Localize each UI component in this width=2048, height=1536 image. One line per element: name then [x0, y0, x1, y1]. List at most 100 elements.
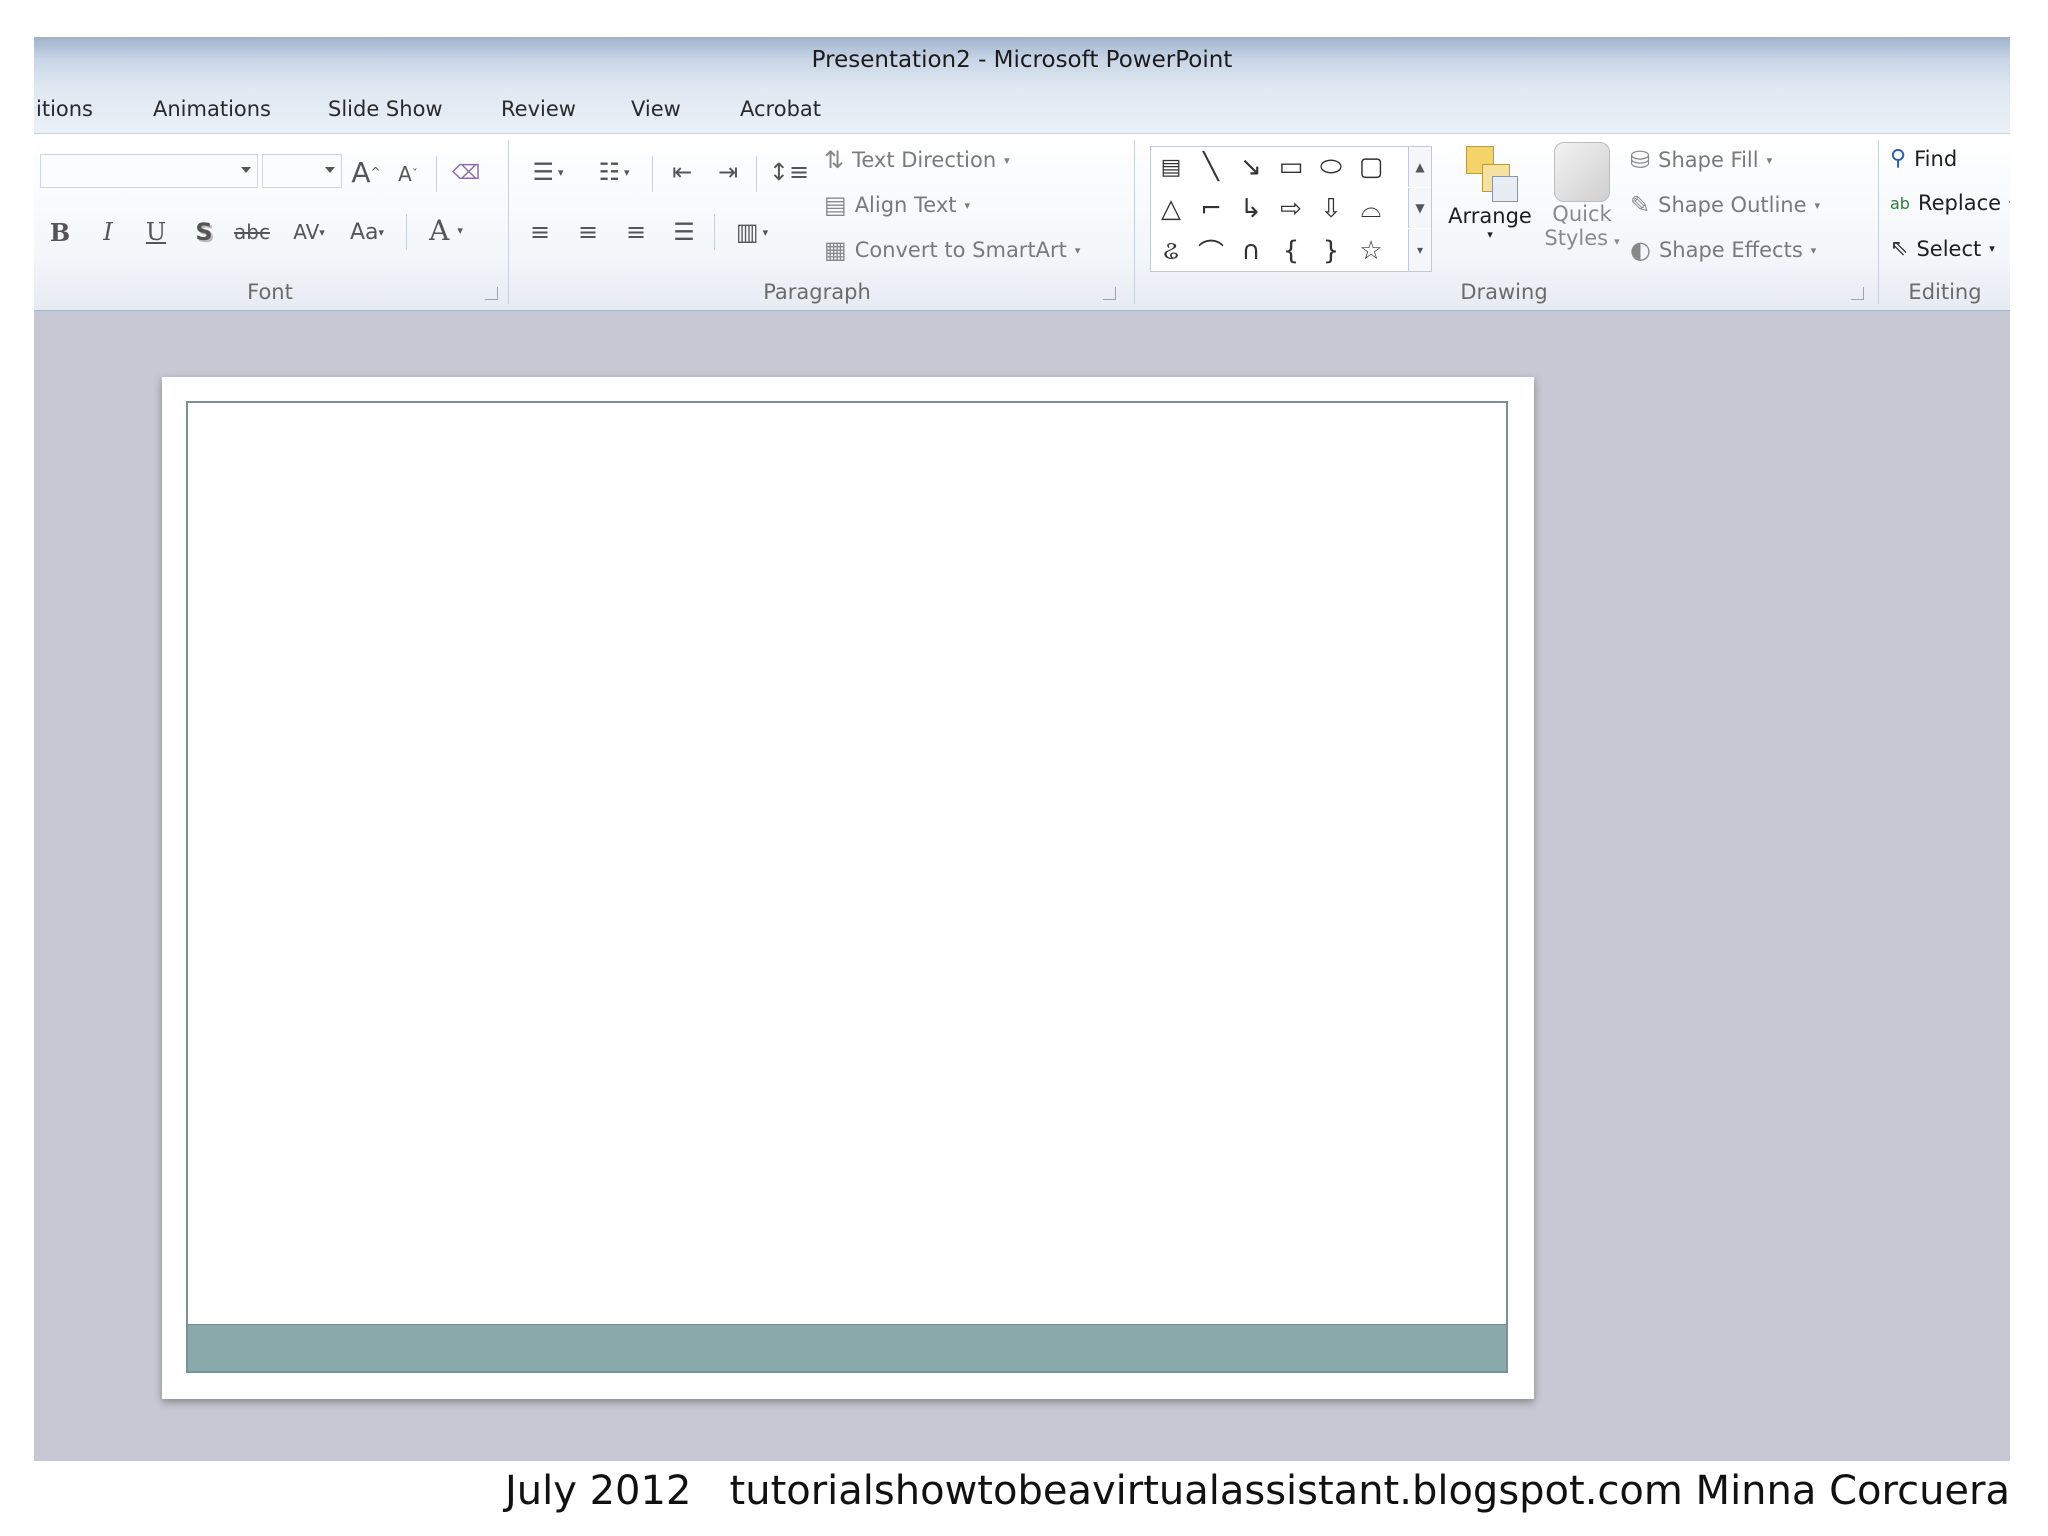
paint-bucket-icon: ⛁	[1630, 146, 1651, 174]
down-arrow-shape-icon[interactable]: ⇩	[1313, 191, 1349, 227]
elbow-connector-shape-icon[interactable]: ⌐	[1193, 191, 1229, 227]
align-center-button[interactable]: ≡	[568, 212, 608, 252]
separator	[756, 156, 757, 192]
rounded-rectangle-shape-icon[interactable]: ▢	[1353, 149, 1389, 185]
tab-review[interactable]: Review	[501, 97, 576, 121]
ribbon: A ^ Aˇ ⌫ B I U S abc AV ▾ Aa ▾ A ▾ Font …	[34, 133, 2010, 311]
text-direction-button[interactable]: ⇅ Text Direction ▾	[824, 146, 1010, 174]
decrease-indent-icon: ⇤	[671, 158, 693, 186]
justify-button[interactable]: ☰	[664, 212, 704, 252]
triangle-shape-icon[interactable]: △	[1153, 191, 1189, 227]
tab-view[interactable]: View	[631, 97, 681, 121]
change-case-icon: Aa	[349, 219, 379, 245]
grow-font-button[interactable]: A ^	[346, 152, 386, 192]
tab-slide-show[interactable]: Slide Show	[328, 97, 443, 121]
line-spacing-icon: ↕≡	[768, 158, 810, 186]
increase-indent-button[interactable]: ⇥	[708, 152, 748, 192]
justify-icon: ☰	[673, 218, 695, 246]
oval-shape-icon[interactable]: ⬭	[1313, 149, 1349, 185]
paragraph-dialog-launcher-icon[interactable]	[1103, 287, 1116, 300]
elbow-arrow-connector-shape-icon[interactable]: ↳	[1233, 191, 1269, 227]
change-case-button[interactable]: Aa ▾	[340, 212, 394, 252]
align-right-icon: ≡	[625, 218, 647, 246]
font-group: A ^ Aˇ ⌫ B I U S abc AV ▾ Aa ▾ A ▾ Font	[34, 134, 506, 310]
shape-fill-label: Shape Fill	[1658, 148, 1759, 172]
align-text-label: Align Text	[854, 193, 957, 217]
font-dialog-launcher-icon[interactable]	[485, 287, 498, 300]
chevron-down-icon[interactable]	[241, 167, 251, 173]
shape-fill-button[interactable]: ⛁ Shape Fill ▾	[1630, 146, 1772, 174]
quick-styles-label-line2: Styles	[1544, 226, 1609, 250]
arrange-label: Arrange	[1448, 204, 1532, 228]
replace-icon: ab	[1890, 193, 1910, 213]
font-size-combo[interactable]	[262, 154, 342, 188]
grow-font-icon: A	[351, 155, 371, 189]
tab-acrobat[interactable]: Acrobat	[740, 97, 821, 121]
scribble-shape-icon[interactable]: ଌ	[1153, 233, 1189, 269]
editing-group: ⚲ Find ab Replace ▾ ⇖ Select ▾ Editing	[1880, 134, 2010, 310]
shrink-font-button[interactable]: Aˇ	[390, 154, 426, 194]
decrease-indent-button[interactable]: ⇤	[662, 152, 702, 192]
gallery-scroll-up-icon[interactable]: ▲	[1408, 147, 1431, 187]
text-direction-icon: ⇅	[824, 146, 845, 174]
drawing-group-label: Drawing	[1460, 280, 1548, 304]
font-group-label: Font	[247, 280, 293, 304]
find-button[interactable]: ⚲ Find	[1890, 146, 1957, 171]
tab-animations[interactable]: Animations	[153, 97, 271, 121]
gallery-scroll-down-icon[interactable]: ▼	[1408, 188, 1431, 228]
clear-formatting-button[interactable]: ⌫	[446, 152, 486, 192]
star-shape-icon[interactable]: ☆	[1353, 233, 1389, 269]
bullets-button[interactable]: ☰ ▾	[520, 152, 576, 192]
chevron-down-icon[interactable]	[325, 167, 335, 173]
curve-shape-icon[interactable]: ∩	[1233, 233, 1269, 269]
shape-outline-button[interactable]: ✎ Shape Outline ▾	[1630, 191, 1820, 219]
group-separator	[1134, 140, 1135, 304]
font-color-icon: A	[429, 213, 450, 247]
numbering-icon: ☷	[598, 158, 620, 186]
align-center-icon: ≡	[577, 218, 599, 246]
arc-shape-icon[interactable]: ⌒	[1193, 233, 1229, 269]
replace-label: Replace	[1917, 191, 2002, 215]
tab-transitions[interactable]: itions	[36, 97, 93, 121]
text-box-shape-icon[interactable]: ▤	[1153, 149, 1189, 185]
freeform-shape-icon[interactable]: ⌓	[1353, 191, 1389, 227]
image-caption: July 2012 tutorialshowtobeavirtualassist…	[504, 1468, 2010, 1514]
arrange-icon	[1460, 142, 1520, 204]
line-shape-icon[interactable]: ╲	[1193, 149, 1229, 185]
align-text-button[interactable]: ▤ Align Text ▾	[824, 191, 970, 219]
align-right-button[interactable]: ≡	[616, 212, 656, 252]
right-brace-shape-icon[interactable]: }	[1313, 233, 1349, 269]
text-direction-label: Text Direction	[852, 148, 997, 172]
align-left-icon: ≡	[529, 218, 551, 246]
find-label: Find	[1914, 146, 1958, 171]
font-name-combo[interactable]	[40, 154, 258, 188]
shape-effects-button[interactable]: ◐ Shape Effects ▾	[1630, 236, 1816, 264]
bold-icon: B	[49, 217, 71, 247]
group-separator	[508, 140, 509, 304]
rectangle-shape-icon[interactable]: ▭	[1273, 149, 1309, 185]
underline-button[interactable]: U	[138, 212, 174, 252]
text-shadow-button[interactable]: S	[186, 212, 222, 252]
right-arrow-shape-icon[interactable]: ⇨	[1273, 191, 1309, 227]
numbering-button[interactable]: ☷ ▾	[586, 152, 642, 192]
drawing-dialog-launcher-icon[interactable]	[1851, 287, 1864, 300]
select-button[interactable]: ⇖ Select ▾	[1890, 236, 1995, 261]
left-brace-shape-icon[interactable]: {	[1273, 233, 1309, 269]
replace-button[interactable]: ab Replace ▾	[1890, 191, 2010, 215]
strikethrough-button[interactable]: abc	[230, 212, 274, 252]
increase-indent-icon: ⇥	[717, 158, 739, 186]
slide-canvas[interactable]	[162, 377, 1534, 1399]
font-color-button[interactable]: A ▾	[416, 210, 476, 250]
arrange-button[interactable]: Arrange ▾	[1442, 142, 1538, 241]
line-spacing-button[interactable]: ↕≡	[764, 152, 814, 192]
binoculars-icon: ⚲	[1890, 146, 1907, 171]
italic-button[interactable]: I	[90, 212, 126, 252]
columns-button[interactable]: ▥ ▾	[724, 212, 780, 252]
gallery-more-icon[interactable]: ▾	[1408, 229, 1431, 271]
quick-styles-button[interactable]: Quick Styles ▾	[1540, 142, 1624, 250]
arrow-line-shape-icon[interactable]: ↘	[1233, 149, 1269, 185]
align-left-button[interactable]: ≡	[520, 212, 560, 252]
bold-button[interactable]: B	[42, 212, 78, 252]
convert-smartart-button[interactable]: ▦ Convert to SmartArt ▾	[824, 236, 1080, 264]
character-spacing-button[interactable]: AV ▾	[282, 212, 336, 252]
